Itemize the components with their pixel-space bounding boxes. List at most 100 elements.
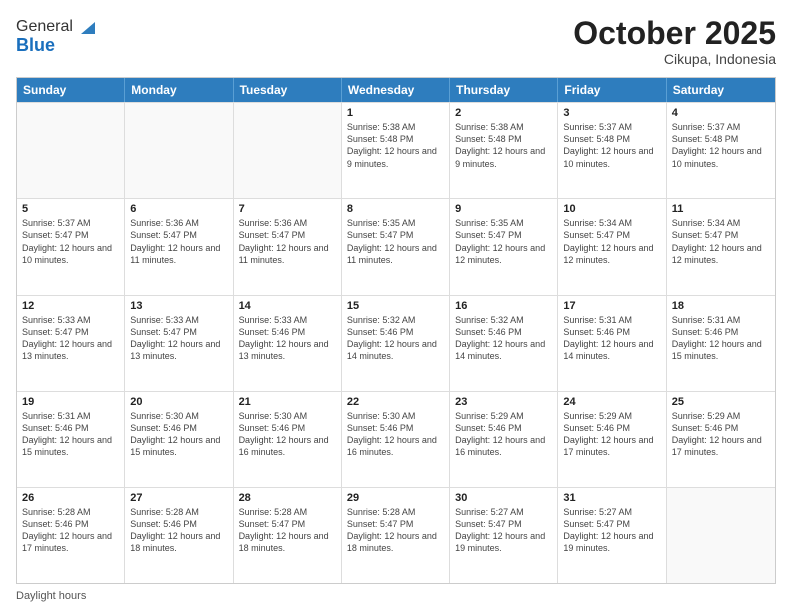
day-cell-7: 7 Sunrise: 5:36 AM Sunset: 5:47 PM Daylig…	[234, 199, 342, 294]
day-info-8: Sunrise: 5:35 AM Sunset: 5:47 PM Dayligh…	[347, 217, 444, 266]
month-title: October 2025	[573, 16, 776, 51]
day-cell-16: 16 Sunrise: 5:32 AM Sunset: 5:46 PM Dayli…	[450, 296, 558, 391]
day-info-18: Sunrise: 5:31 AM Sunset: 5:46 PM Dayligh…	[672, 314, 770, 363]
day-info-10: Sunrise: 5:34 AM Sunset: 5:47 PM Dayligh…	[563, 217, 660, 266]
day-info-16: Sunrise: 5:32 AM Sunset: 5:46 PM Dayligh…	[455, 314, 552, 363]
day-cell-31: 31 Sunrise: 5:27 AM Sunset: 5:47 PM Dayli…	[558, 488, 666, 583]
day-number-18: 18	[672, 300, 770, 312]
day-info-25: Sunrise: 5:29 AM Sunset: 5:46 PM Dayligh…	[672, 410, 770, 459]
day-number-2: 2	[455, 107, 552, 119]
day-info-17: Sunrise: 5:31 AM Sunset: 5:46 PM Dayligh…	[563, 314, 660, 363]
day-info-23: Sunrise: 5:29 AM Sunset: 5:46 PM Dayligh…	[455, 410, 552, 459]
day-info-30: Sunrise: 5:27 AM Sunset: 5:47 PM Dayligh…	[455, 506, 552, 555]
day-cell-6: 6Sunrise: 5:36 AM Sunset: 5:47 PM Daylig…	[125, 199, 233, 294]
day-number-4: 4	[672, 107, 770, 119]
day-cell-5: 5 Sunrise: 5:37 AM Sunset: 5:47 PM Daylig…	[17, 199, 125, 294]
day-number-13: 13	[130, 300, 227, 312]
day-cell-29: 29 Sunrise: 5:28 AM Sunset: 5:47 PM Dayli…	[342, 488, 450, 583]
day-info-20: Sunrise: 5:30 AM Sunset: 5:46 PM Dayligh…	[130, 410, 227, 459]
day-cell-3: 3 Sunrise: 5:37 AM Sunset: 5:48 PM Daylig…	[558, 103, 666, 198]
header: General Blue October 2025 Cikupa, Indone…	[16, 16, 776, 67]
logo-general-text: General	[16, 18, 73, 36]
day-number-14: 14	[239, 300, 336, 312]
calendar-body: 1 Sunrise: 5:38 AM Sunset: 5:48 PM Daylig…	[17, 102, 775, 583]
day-number-7: 7	[239, 203, 336, 215]
calendar-row-3: 12 Sunrise: 5:33 AM Sunset: 5:47 PM Dayli…	[17, 295, 775, 391]
day-cell-26: 26 Sunrise: 5:28 AM Sunset: 5:46 PM Dayli…	[17, 488, 125, 583]
calendar-row-5: 26 Sunrise: 5:28 AM Sunset: 5:46 PM Dayli…	[17, 487, 775, 583]
day-info-21: Sunrise: 5:30 AM Sunset: 5:46 PM Dayligh…	[239, 410, 336, 459]
weekday-header-friday: Friday	[558, 78, 666, 102]
day-cell-22: 22 Sunrise: 5:30 AM Sunset: 5:46 PM Dayli…	[342, 392, 450, 487]
day-cell-21: 21 Sunrise: 5:30 AM Sunset: 5:46 PM Dayli…	[234, 392, 342, 487]
day-info-5: Sunrise: 5:37 AM Sunset: 5:47 PM Dayligh…	[22, 217, 119, 266]
day-cell-9: 9 Sunrise: 5:35 AM Sunset: 5:47 PM Daylig…	[450, 199, 558, 294]
day-cell-27: 27 Sunrise: 5:28 AM Sunset: 5:46 PM Dayli…	[125, 488, 233, 583]
calendar-header: SundayMondayTuesdayWednesdayThursdayFrid…	[17, 78, 775, 102]
day-number-21: 21	[239, 396, 336, 408]
day-info-7: Sunrise: 5:36 AM Sunset: 5:47 PM Dayligh…	[239, 217, 336, 266]
day-number-30: 30	[455, 492, 552, 504]
day-info-12: Sunrise: 5:33 AM Sunset: 5:47 PM Dayligh…	[22, 314, 119, 363]
day-info-14: Sunrise: 5:33 AM Sunset: 5:46 PM Dayligh…	[239, 314, 336, 363]
day-number-1: 1	[347, 107, 444, 119]
day-number-17: 17	[563, 300, 660, 312]
day-cell-15: 15Sunrise: 5:32 AM Sunset: 5:46 PM Dayli…	[342, 296, 450, 391]
day-info-31: Sunrise: 5:27 AM Sunset: 5:47 PM Dayligh…	[563, 506, 660, 555]
day-info-22: Sunrise: 5:30 AM Sunset: 5:46 PM Dayligh…	[347, 410, 444, 459]
day-info-27: Sunrise: 5:28 AM Sunset: 5:46 PM Dayligh…	[130, 506, 227, 555]
day-number-26: 26	[22, 492, 119, 504]
day-cell-13: 13 Sunrise: 5:33 AM Sunset: 5:47 PM Dayli…	[125, 296, 233, 391]
day-info-3: Sunrise: 5:37 AM Sunset: 5:48 PM Dayligh…	[563, 121, 660, 170]
day-number-16: 16	[455, 300, 552, 312]
day-number-11: 11	[672, 203, 770, 215]
day-cell-24: 24 Sunrise: 5:29 AM Sunset: 5:46 PM Dayli…	[558, 392, 666, 487]
empty-cell	[17, 103, 125, 198]
weekday-header-saturday: Saturday	[667, 78, 775, 102]
day-info-4: Sunrise: 5:37 AM Sunset: 5:48 PM Dayligh…	[672, 121, 770, 170]
day-number-31: 31	[563, 492, 660, 504]
day-info-29: Sunrise: 5:28 AM Sunset: 5:47 PM Dayligh…	[347, 506, 444, 555]
day-info-28: Sunrise: 5:28 AM Sunset: 5:47 PM Dayligh…	[239, 506, 336, 555]
day-info-2: Sunrise: 5:38 AM Sunset: 5:48 PM Dayligh…	[455, 121, 552, 170]
day-number-27: 27	[130, 492, 227, 504]
day-cell-20: 20 Sunrise: 5:30 AM Sunset: 5:46 PM Dayli…	[125, 392, 233, 487]
day-number-28: 28	[239, 492, 336, 504]
title-block: October 2025 Cikupa, Indonesia	[573, 16, 776, 67]
day-number-3: 3	[563, 107, 660, 119]
weekday-header-thursday: Thursday	[450, 78, 558, 102]
logo: General Blue	[16, 16, 99, 56]
day-cell-12: 12 Sunrise: 5:33 AM Sunset: 5:47 PM Dayli…	[17, 296, 125, 391]
day-number-9: 9	[455, 203, 552, 215]
day-cell-23: 23Sunrise: 5:29 AM Sunset: 5:46 PM Dayli…	[450, 392, 558, 487]
day-number-5: 5	[22, 203, 119, 215]
day-cell-28: 28 Sunrise: 5:28 AM Sunset: 5:47 PM Dayli…	[234, 488, 342, 583]
day-number-12: 12	[22, 300, 119, 312]
weekday-header-sunday: Sunday	[17, 78, 125, 102]
empty-cell	[234, 103, 342, 198]
footer-note: Daylight hours	[16, 590, 776, 602]
day-number-25: 25	[672, 396, 770, 408]
day-number-24: 24	[563, 396, 660, 408]
empty-cell	[125, 103, 233, 198]
day-number-22: 22	[347, 396, 444, 408]
day-cell-11: 11 Sunrise: 5:34 AM Sunset: 5:47 PM Dayli…	[667, 199, 775, 294]
day-cell-8: 8Sunrise: 5:35 AM Sunset: 5:47 PM Daylig…	[342, 199, 450, 294]
day-cell-4: 4 Sunrise: 5:37 AM Sunset: 5:48 PM Daylig…	[667, 103, 775, 198]
day-cell-25: 25 Sunrise: 5:29 AM Sunset: 5:46 PM Dayli…	[667, 392, 775, 487]
location: Cikupa, Indonesia	[573, 51, 776, 67]
day-number-6: 6	[130, 203, 227, 215]
day-number-10: 10	[563, 203, 660, 215]
day-info-26: Sunrise: 5:28 AM Sunset: 5:46 PM Dayligh…	[22, 506, 119, 555]
day-number-20: 20	[130, 396, 227, 408]
day-info-15: Sunrise: 5:32 AM Sunset: 5:46 PM Dayligh…	[347, 314, 444, 363]
day-info-9: Sunrise: 5:35 AM Sunset: 5:47 PM Dayligh…	[455, 217, 552, 266]
day-info-24: Sunrise: 5:29 AM Sunset: 5:46 PM Dayligh…	[563, 410, 660, 459]
day-number-29: 29	[347, 492, 444, 504]
day-info-11: Sunrise: 5:34 AM Sunset: 5:47 PM Dayligh…	[672, 217, 770, 266]
day-info-1: Sunrise: 5:38 AM Sunset: 5:48 PM Dayligh…	[347, 121, 444, 170]
logo-icon	[77, 16, 99, 38]
day-info-13: Sunrise: 5:33 AM Sunset: 5:47 PM Dayligh…	[130, 314, 227, 363]
weekday-header-wednesday: Wednesday	[342, 78, 450, 102]
weekday-header-monday: Monday	[125, 78, 233, 102]
